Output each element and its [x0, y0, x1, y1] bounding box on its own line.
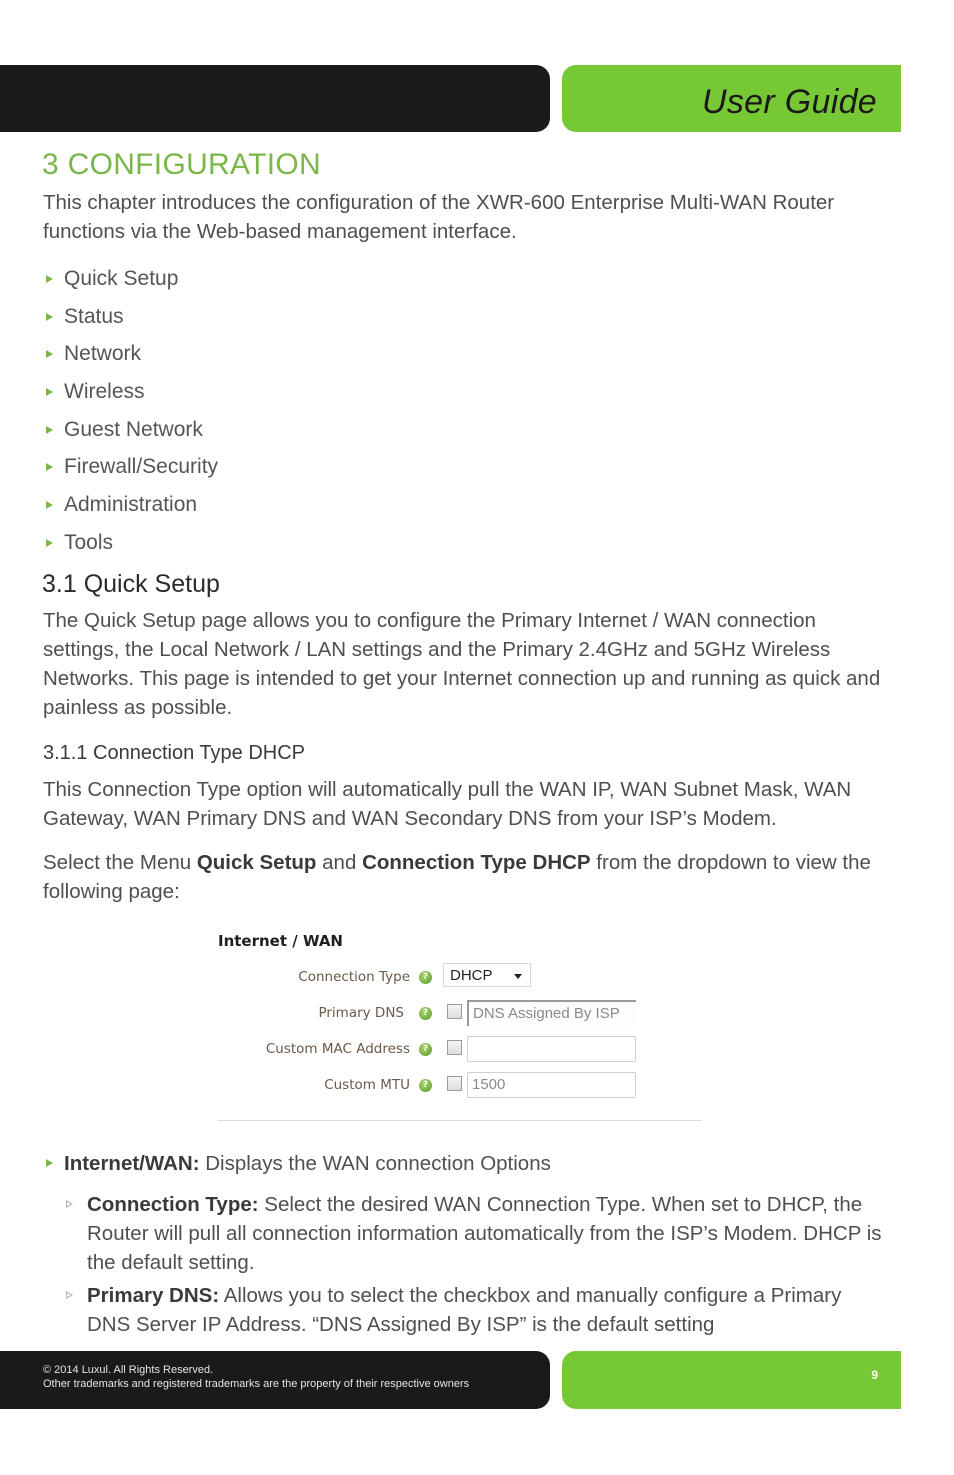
toc-item: Wireless	[46, 373, 218, 411]
select-instruction: Select the Menu Quick Setup and Connecti…	[43, 851, 871, 903]
connection-type-select[interactable]: DHCP	[443, 963, 531, 987]
connection-type-row: Connection Type ? DHCP	[218, 963, 702, 993]
sub-bullet-connection-type: Connection Type: Select the desired WAN …	[66, 1190, 886, 1277]
footer-dark-bar: © 2014 Luxul. All Rights Reserved. Other…	[0, 1351, 550, 1409]
bullet-internet-wan: Internet/WAN: Displays the WAN connectio…	[46, 1152, 551, 1176]
bullet-triangle-icon	[46, 274, 53, 283]
help-icon[interactable]: ?	[419, 1079, 432, 1092]
footer-legal: © 2014 Luxul. All Rights Reserved. Other…	[43, 1363, 469, 1391]
outline-triangle-icon	[66, 1200, 73, 1208]
header-green-bar: User Guide	[562, 65, 901, 132]
chapter-toc-list: Quick Setup Status Network Wireless Gues…	[46, 260, 218, 562]
chapter-intro: This chapter introduces the configuratio…	[43, 191, 835, 243]
help-icon[interactable]: ?	[419, 1043, 432, 1056]
custom-mac-label: Custom MAC Address	[265, 1041, 410, 1057]
dhcp-description: This Connection Type option will automat…	[43, 778, 852, 830]
custom-mac-row: Custom MAC Address ?	[218, 1035, 702, 1065]
trademark-text: Other trademarks and registered trademar…	[43, 1378, 470, 1390]
bullet-triangle-icon	[46, 538, 53, 547]
custom-mtu-label: Custom MTU	[324, 1077, 410, 1093]
chevron-down-icon	[514, 974, 522, 979]
bullet-triangle-icon	[46, 312, 53, 321]
copyright-text: © 2014 Luxul. All Rights Reserved.	[43, 1364, 214, 1376]
primary-dns-checkbox[interactable]	[447, 1004, 462, 1019]
toc-item: Administration	[46, 486, 218, 524]
toc-item: Guest Network	[46, 411, 218, 449]
sub-bullet-primary-dns: Primary DNS: Allows you to select the ch…	[66, 1281, 886, 1339]
custom-mac-input[interactable]	[467, 1036, 636, 1062]
wan-settings-screenshot: Internet / WAN Connection Type ? DHCP Pr…	[218, 928, 702, 1122]
chapter-heading: 3 CONFIGURATION	[42, 148, 321, 181]
toc-item: Network	[46, 335, 218, 373]
primary-dns-input[interactable]: DNS Assigned By ISP	[467, 1000, 636, 1026]
bullet-triangle-icon	[46, 1159, 53, 1167]
bullet-triangle-icon	[46, 350, 53, 359]
bullet-triangle-icon	[46, 387, 53, 396]
toc-item: Firewall/Security	[46, 448, 218, 486]
page-number: 9	[871, 1368, 878, 1382]
connection-type-label: Connection Type	[298, 969, 410, 985]
section-heading-quick-setup: 3.1 Quick Setup	[42, 570, 220, 598]
custom-mtu-row: Custom MTU ? 1500	[218, 1071, 702, 1101]
divider	[218, 1120, 702, 1121]
wan-panel-title: Internet / WAN	[218, 932, 343, 950]
toc-item: Tools	[46, 524, 218, 562]
bullet-triangle-icon	[46, 425, 53, 434]
help-icon[interactable]: ?	[419, 1007, 432, 1020]
quick-setup-description: The Quick Setup page allows you to confi…	[43, 609, 881, 719]
toc-item: Quick Setup	[46, 260, 218, 298]
outline-triangle-icon	[66, 1291, 73, 1299]
subsection-heading-dhcp: 3.1.1 Connection Type DHCP	[43, 742, 306, 764]
document-title: User Guide	[702, 83, 877, 121]
primary-dns-row: Primary DNS ? DNS Assigned By ISP	[218, 999, 702, 1029]
header-dark-bar	[0, 65, 550, 132]
primary-dns-label: Primary DNS	[318, 1005, 404, 1021]
footer-green-bar: 9	[562, 1351, 901, 1409]
help-icon[interactable]: ?	[419, 971, 432, 984]
bullet-triangle-icon	[46, 463, 53, 472]
custom-mtu-checkbox[interactable]	[447, 1076, 462, 1091]
bullet-triangle-icon	[46, 500, 53, 509]
custom-mtu-input[interactable]: 1500	[467, 1072, 636, 1098]
custom-mac-checkbox[interactable]	[447, 1040, 462, 1055]
toc-item: Status	[46, 298, 218, 336]
